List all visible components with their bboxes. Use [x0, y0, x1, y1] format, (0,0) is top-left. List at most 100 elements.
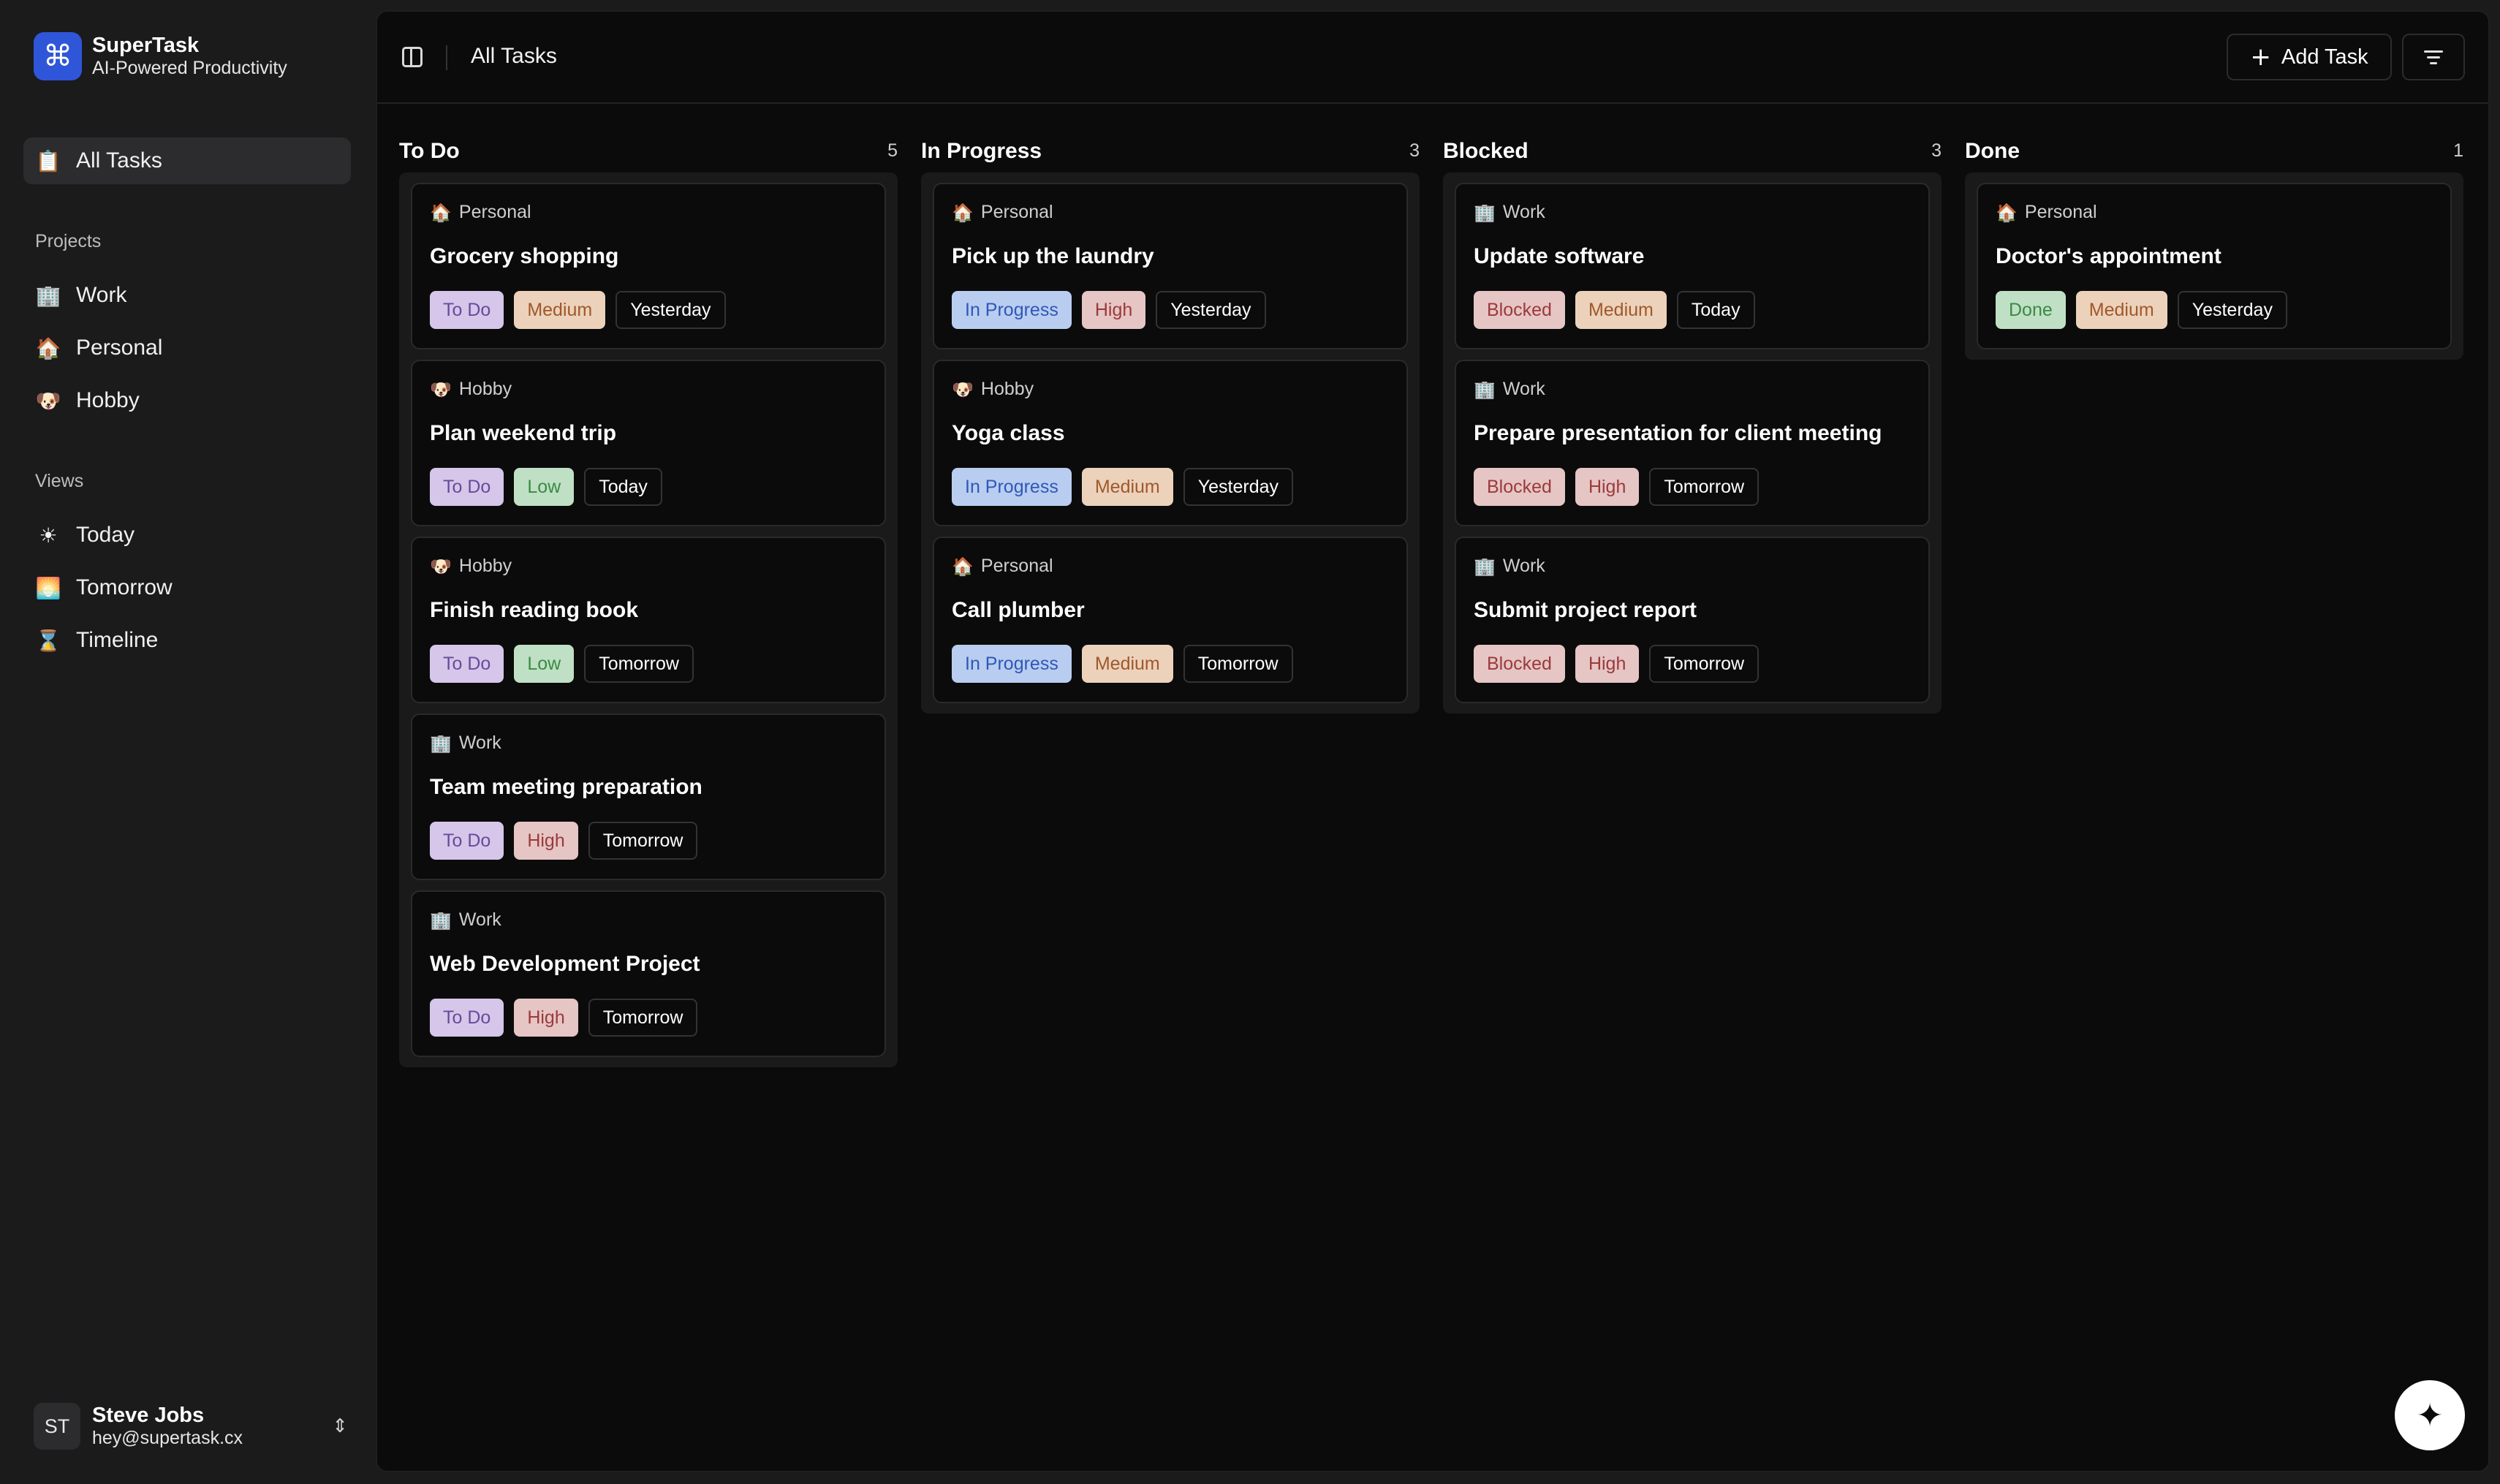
- column-done: Done 1 🏠 Personal Doctor's appointment Do…: [1965, 129, 2463, 360]
- card-tags: Blocked High Tomorrow: [1474, 468, 1760, 506]
- card-project: 🏠 Personal: [952, 202, 1053, 223]
- plus-icon: +: [2250, 42, 2271, 72]
- sunrise-icon: 🌅: [35, 575, 61, 600]
- priority-badge: Medium: [1081, 468, 1173, 506]
- card-tags: To Do Low Tomorrow: [430, 645, 694, 683]
- project-label: Work: [458, 909, 501, 930]
- task-card[interactable]: 🏠 Personal Doctor's appointment Done Medi…: [1977, 183, 2452, 349]
- user-menu[interactable]: ST Steve Jobs hey@supertask.cx ⇕: [34, 1402, 355, 1450]
- sidebar-toggle-icon[interactable]: [399, 44, 425, 70]
- column-title: In Progress: [921, 139, 1042, 163]
- due-date-badge: Today: [1676, 291, 1755, 329]
- task-card[interactable]: 🏢 Work Prepare presentation for client me…: [1455, 360, 1930, 526]
- dog-face-icon: 🐶: [430, 556, 452, 577]
- sidebar-item-personal[interactable]: 🏠 Personal: [23, 325, 351, 371]
- task-card[interactable]: 🐶 Hobby Finish reading book To Do Low Tom…: [411, 537, 886, 703]
- priority-badge: Medium: [514, 291, 606, 329]
- add-task-label: Add Task: [2281, 45, 2368, 69]
- card-tags: To Do High Tomorrow: [430, 822, 698, 860]
- card-project: 🏠 Personal: [1996, 202, 2097, 223]
- project-label: Personal: [458, 202, 531, 222]
- divider: [446, 45, 447, 70]
- due-date-badge: Tomorrow: [1649, 645, 1760, 683]
- due-date-badge: Tomorrow: [1183, 645, 1293, 683]
- column-header: In Progress 3: [921, 129, 1420, 173]
- card-tags: In Progress Medium Yesterday: [952, 468, 1294, 506]
- hourglass-icon: ⌛: [35, 628, 61, 653]
- card-title: Finish reading book: [430, 598, 639, 622]
- task-card[interactable]: 🏠 Personal Pick up the laundry In Progres…: [933, 183, 1408, 349]
- column-title: To Do: [399, 139, 460, 163]
- task-card[interactable]: 🐶 Hobby Yoga class In Progress Medium Yes…: [933, 360, 1408, 526]
- sidebar-item-label: Personal: [76, 336, 163, 360]
- due-date-badge: Yesterday: [615, 291, 726, 329]
- status-badge: In Progress: [952, 291, 1072, 329]
- ai-sparkle-button[interactable]: ✦: [2395, 1380, 2465, 1450]
- sidebar-item-label: Today: [76, 523, 135, 547]
- brand[interactable]: ⌘ SuperTask AI-Powered Productivity: [34, 32, 287, 80]
- add-task-button[interactable]: + Add Task: [2227, 34, 2392, 80]
- status-badge: To Do: [430, 645, 504, 683]
- card-project: 🐶 Hobby: [430, 379, 512, 400]
- sidebar-item-hobby[interactable]: 🐶 Hobby: [23, 377, 351, 424]
- project-label: Hobby: [980, 379, 1034, 399]
- project-label: Work: [1502, 379, 1545, 399]
- office-building-icon: 🏢: [430, 909, 452, 931]
- card-project: 🐶 Hobby: [952, 379, 1034, 400]
- sidebar-item-label: All Tasks: [76, 148, 162, 173]
- status-badge: To Do: [430, 999, 504, 1037]
- card-title: Plan weekend trip: [430, 421, 617, 445]
- card-tags: In Progress Medium Tomorrow: [952, 645, 1293, 683]
- office-building-icon: 🏢: [430, 732, 452, 754]
- sidebar-item-today[interactable]: ☀ Today: [23, 512, 351, 559]
- card-project: 🐶 Hobby: [430, 556, 512, 577]
- column-body: 🏠 Personal Pick up the laundry In Progres…: [921, 173, 1420, 713]
- status-badge: Blocked: [1474, 291, 1565, 329]
- task-card[interactable]: 🏢 Work Update software Blocked Medium Tod…: [1455, 183, 1930, 349]
- due-date-badge: Tomorrow: [584, 645, 694, 683]
- task-card[interactable]: 🏠 Personal Call plumber In Progress Mediu…: [933, 537, 1408, 703]
- office-building-icon: 🏢: [1474, 202, 1496, 223]
- task-card[interactable]: 🏢 Work Team meeting preparation To Do Hig…: [411, 713, 886, 880]
- sparkle-icon: ✦: [2416, 1396, 2444, 1434]
- column-body: 🏢 Work Update software Blocked Medium Tod…: [1443, 173, 1942, 713]
- due-date-badge: Yesterday: [1183, 468, 1294, 506]
- user-text: Steve Jobs hey@supertask.cx: [92, 1404, 332, 1449]
- card-title: Web Development Project: [430, 952, 700, 976]
- due-date-badge: Yesterday: [2177, 291, 2287, 329]
- card-project: 🏠 Personal: [952, 556, 1053, 577]
- card-project: 🏢 Work: [1474, 379, 1545, 400]
- project-label: Work: [458, 732, 501, 753]
- sidebar-item-all-tasks[interactable]: 📋 All Tasks: [23, 137, 351, 184]
- card-project: 🏢 Work: [430, 732, 501, 754]
- filter-icon[interactable]: [2402, 34, 2465, 80]
- card-project: 🏢 Work: [430, 909, 501, 931]
- sidebar: ⌘ SuperTask AI-Powered Productivity 📋 Al…: [0, 0, 373, 1484]
- status-badge: To Do: [430, 468, 504, 506]
- task-card[interactable]: 🏠 Personal Grocery shopping To Do Medium …: [411, 183, 886, 349]
- sidebar-item-label: Timeline: [76, 628, 159, 652]
- priority-badge: Medium: [1575, 291, 1667, 329]
- priority-badge: Low: [514, 645, 575, 683]
- column-count: 5: [887, 140, 898, 161]
- sidebar-item-work[interactable]: 🏢 Work: [23, 272, 351, 319]
- project-label: Work: [1502, 202, 1545, 222]
- page-title: All Tasks: [471, 44, 557, 68]
- card-title: Yoga class: [952, 421, 1065, 445]
- sidebar-item-timeline[interactable]: ⌛ Timeline: [23, 617, 351, 664]
- card-project: 🏢 Work: [1474, 556, 1545, 577]
- card-title: Doctor's appointment: [1996, 244, 2221, 268]
- house-icon: 🏠: [35, 336, 61, 360]
- task-card[interactable]: 🏢 Work Submit project report Blocked High…: [1455, 537, 1930, 703]
- avatar: ST: [34, 1403, 80, 1450]
- column-header: Blocked 3: [1443, 129, 1942, 173]
- status-badge: Done: [1996, 291, 2066, 329]
- house-icon: 🏠: [1996, 202, 2018, 223]
- sidebar-item-tomorrow[interactable]: 🌅 Tomorrow: [23, 564, 351, 611]
- task-card[interactable]: 🏢 Work Web Development Project To Do High…: [411, 890, 886, 1057]
- due-date-badge: Tomorrow: [588, 822, 698, 860]
- priority-badge: High: [514, 822, 578, 860]
- task-card[interactable]: 🐶 Hobby Plan weekend trip To Do Low Today: [411, 360, 886, 526]
- card-tags: Blocked High Tomorrow: [1474, 645, 1760, 683]
- card-project: 🏢 Work: [1474, 202, 1545, 223]
